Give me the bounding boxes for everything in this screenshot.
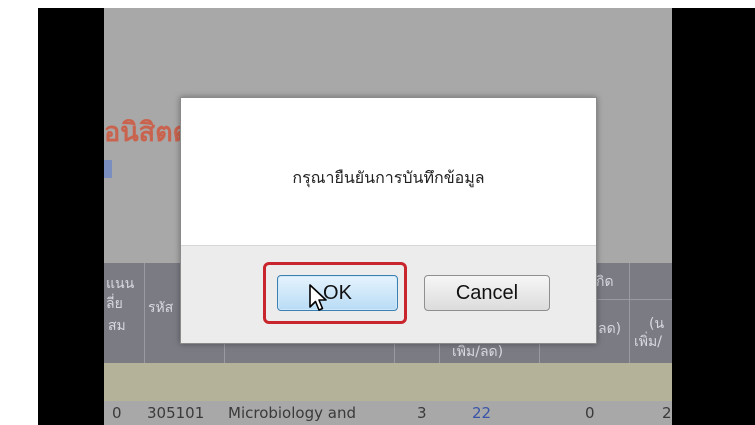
table-header-cell: กิด: [596, 274, 614, 290]
table-cell-value: 22: [472, 404, 492, 422]
table-cell-value: 2: [662, 404, 672, 422]
ok-button[interactable]: OK: [277, 275, 398, 311]
table-header-cell: แนน: [106, 276, 135, 292]
table-cell-value: 0: [585, 404, 595, 422]
confirm-dialog: กรุณายืนยันการบันทึกข้อมูล OK Cancel: [180, 97, 597, 344]
table-cell-code: 305101: [147, 404, 205, 422]
table-header-cell: เพิ่ม/: [634, 334, 662, 350]
page-heading: อนิสิตต: [104, 117, 191, 148]
table-cell-credits: 3: [417, 404, 427, 422]
table-header-cell: ลด): [598, 321, 622, 337]
cancel-button[interactable]: Cancel: [424, 275, 550, 311]
mouse-pointer-icon: [309, 284, 327, 311]
table-cell: 0: [112, 404, 122, 422]
table-header-cell: รหัส: [148, 300, 174, 316]
page-link: [104, 160, 112, 178]
table-cell-name: Microbiology and: [228, 404, 356, 422]
dialog-footer: OK Cancel: [181, 245, 596, 343]
table-header-cell: เพิ่ม/ลด): [452, 344, 504, 360]
letterbox-left: [38, 8, 104, 425]
letterbox-right: [672, 8, 755, 425]
table-band: [104, 363, 672, 401]
table-header-cell: ลี่ย: [106, 296, 123, 312]
dialog-message: กรุณายืนยันการบันทึกข้อมูล: [292, 168, 485, 187]
table-header-cell: สม: [108, 318, 126, 334]
